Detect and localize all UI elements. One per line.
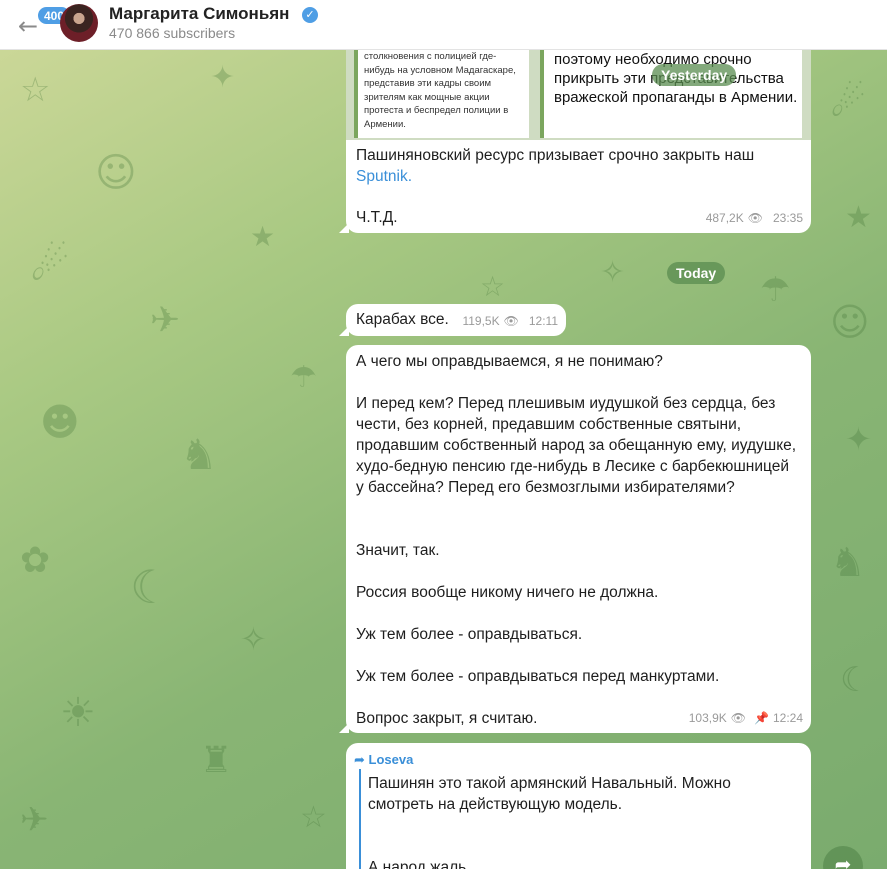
message-time: 12:24 <box>772 711 803 725</box>
date-divider-yesterday: Yesterday <box>652 64 737 86</box>
check-badge-icon: ✓ <box>302 7 318 23</box>
pin-icon: 📌 <box>754 711 769 725</box>
message-paragraph: Россия вообще никому ничего не должна. <box>356 584 659 601</box>
bubble-tail <box>339 326 349 336</box>
forwarded-from[interactable]: ➦ Loseva <box>354 749 413 771</box>
view-count: 119,5K <box>462 314 500 328</box>
image-panel-left: столкновения с полицией где-нибудь на ус… <box>346 50 536 140</box>
message-text-start: Пашиняновский ресурс призывает срочно за… <box>356 147 755 164</box>
message-meta: 487,2K 👁 23:35 <box>706 208 803 229</box>
message-paragraph: А народ жаль. <box>368 859 471 869</box>
eye-icon: 👁 <box>503 314 519 328</box>
bubble-tail <box>339 723 349 733</box>
message-meta: 119,5K 👁 12:11 <box>462 311 558 332</box>
message-paragraph: Значит, так. <box>356 542 440 559</box>
message-meta: 103,9K 👁 📌 12:24 <box>689 708 803 729</box>
forward-icon: ➦ <box>354 753 365 768</box>
avatar[interactable] <box>60 4 98 42</box>
view-count: 103,9K <box>688 711 727 725</box>
message-text-2: Ч.Т.Д. <box>356 209 398 226</box>
message-time: 12:11 <box>528 314 558 328</box>
message-paragraph: Уж тем более - оправдываться. <box>356 626 583 643</box>
message-text-end: . <box>407 168 413 185</box>
message-bubble[interactable]: А чего мы оправдываемся, я не понимаю? И… <box>339 345 811 733</box>
message-paragraph: Вопрос закрыт, я считаю. <box>356 710 538 727</box>
message-text: Пашиняновский ресурс призывает срочно за… <box>356 145 801 187</box>
message-time: 23:35 <box>772 211 803 225</box>
message-bubble[interactable]: столкновения с полицией где-нибудь на ус… <box>339 50 811 233</box>
quote-bar <box>359 769 361 869</box>
message-bubble[interactable]: Карабах все. 119,5K 👁 12:11 <box>339 304 566 336</box>
message-paragraph: Пашинян это такой армянский Навальный. М… <box>368 775 731 813</box>
channel-title[interactable]: Маргарита Симоньян <box>109 4 289 24</box>
message-text: Карабах все. <box>356 311 449 328</box>
sputnik-link[interactable]: Sputnik <box>356 168 408 185</box>
view-count: 487,2K <box>705 211 744 225</box>
back-button[interactable]: ← 400 <box>12 6 72 42</box>
image-text-left: столкновения с полицией где-нибудь на ус… <box>354 50 529 138</box>
bubble-tail <box>339 223 349 233</box>
message-paragraph: И перед кем? Перед плешивым иудушкой без… <box>356 395 797 496</box>
chat-header: ← 400 Маргарита Симоньян ✓ 470 866 subsc… <box>0 0 887 50</box>
subscriber-count: 470 866 subscribers <box>109 25 236 41</box>
date-divider-today: Today <box>667 262 726 284</box>
arrow-left-icon: ← <box>18 12 39 40</box>
forwarded-author: Loseva <box>368 752 414 767</box>
eye-icon: 👁 <box>730 711 747 725</box>
message-paragraph: Уж тем более - оправдываться перед манку… <box>356 668 720 685</box>
forwarded-message-bubble[interactable]: ➦ Loseva Пашинян это такой армянский Нав… <box>346 743 811 869</box>
eye-icon: 👁 <box>747 211 763 225</box>
message-image[interactable]: столкновения с полицией где-нибудь на ус… <box>346 50 811 140</box>
message-paragraph: А чего мы оправдываемся, я не понимаю? <box>356 353 663 370</box>
